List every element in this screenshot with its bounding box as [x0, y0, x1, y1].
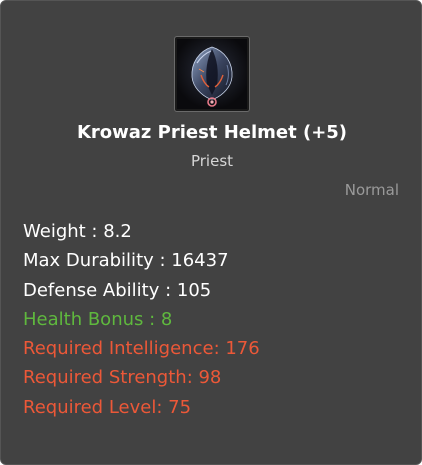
item-name: Krowaz Priest Helmet (+5)	[76, 122, 348, 143]
helmet-icon	[177, 39, 247, 109]
item-icon-frame	[175, 37, 249, 111]
item-tooltip: Krowaz Priest Helmet (+5) Priest Normal …	[0, 0, 422, 465]
item-class: Priest	[190, 152, 234, 170]
stat-required-level: Required Level: 75	[23, 396, 192, 418]
stat-weight: Weight : 8.2	[23, 221, 132, 242]
stat-required-intelligence: Required Intelligence: 176	[23, 338, 260, 360]
stat-required-strength: Required Strength: 98	[23, 367, 222, 389]
stat-health-bonus: Health Bonus : 8	[23, 308, 173, 330]
stat-max-durability: Max Durability : 16437	[23, 250, 229, 272]
stat-defense-ability: Defense Ability : 105	[23, 279, 212, 301]
stat-list: Weight : 8.2 Max Durability : 16437 Defe…	[23, 217, 260, 422]
item-rarity: Normal	[344, 181, 399, 199]
